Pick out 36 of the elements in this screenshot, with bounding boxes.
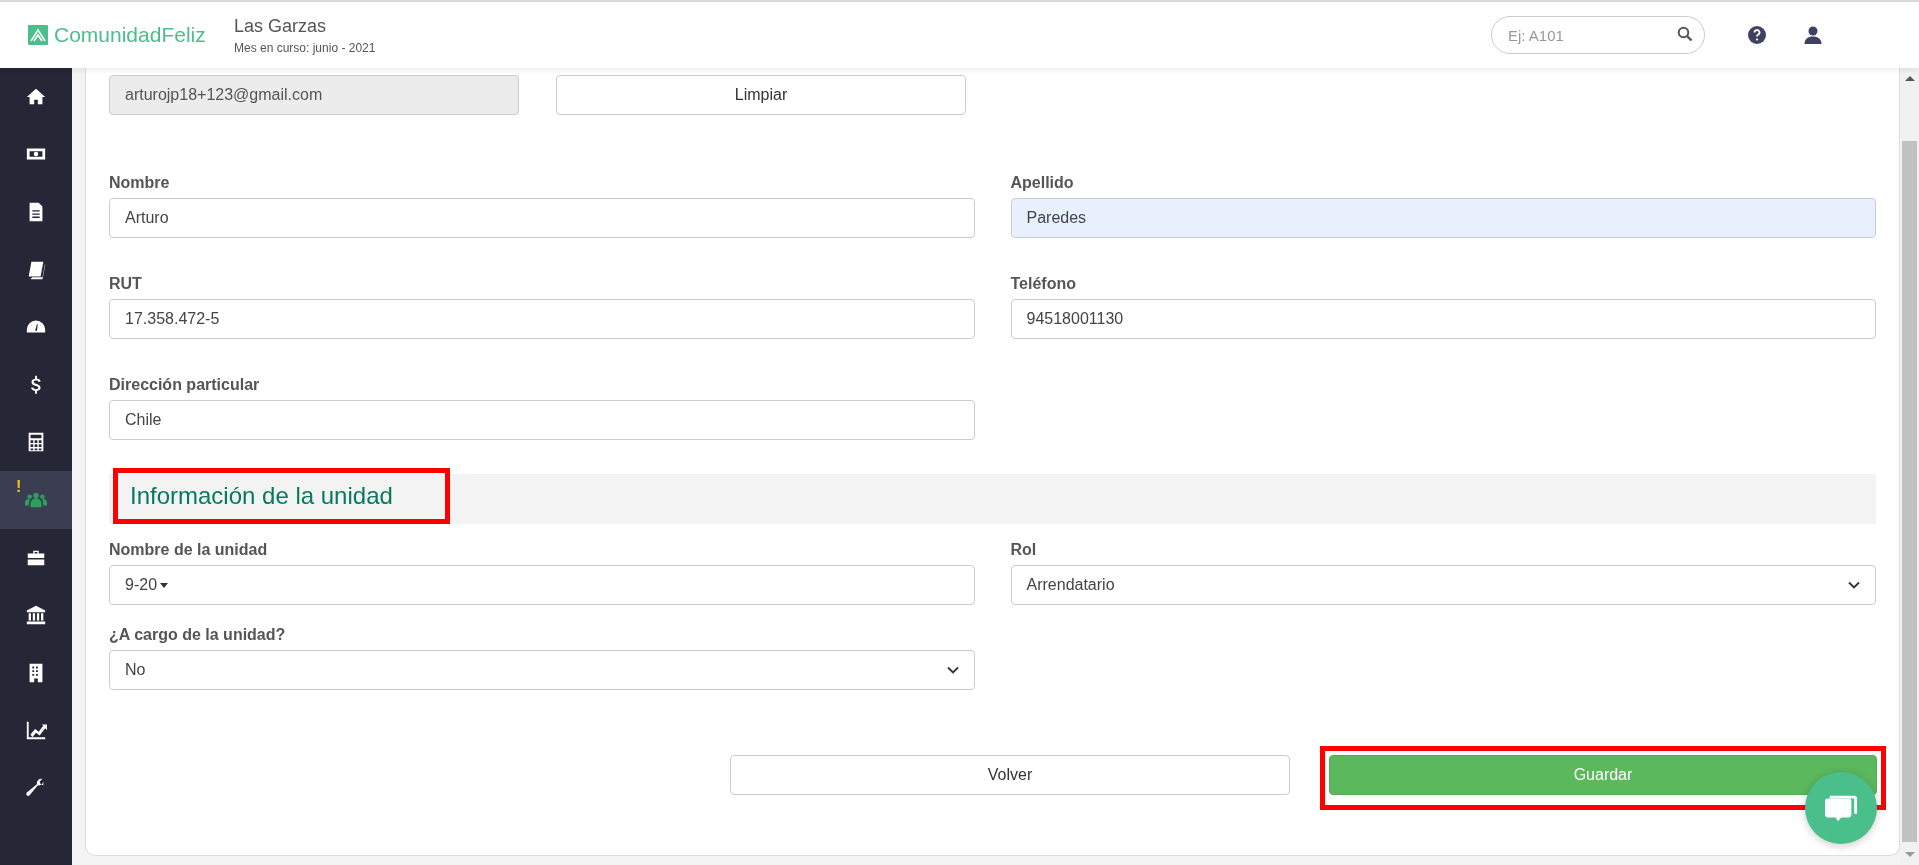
select-value: No <box>125 661 146 679</box>
user-icon[interactable] <box>1803 25 1823 45</box>
field-label: ¿A cargo de la unidad? <box>109 625 287 645</box>
field-label: Apellido <box>1010 173 1075 193</box>
text-field[interactable]: Arturo <box>109 198 975 238</box>
select-value: Arrendatario <box>1026 576 1115 594</box>
logo-icon <box>28 25 48 45</box>
help-icon[interactable] <box>1747 25 1767 45</box>
community-name: Las Garzas <box>234 15 328 37</box>
field-label: Teléfono <box>1010 274 1077 294</box>
field-label: Nombre de la unidad <box>109 540 269 560</box>
select-field[interactable]: No <box>109 650 975 690</box>
alert-mark: ! <box>16 479 22 496</box>
text-field[interactable]: 94518001130 <box>1010 299 1876 339</box>
sidebar-item[interactable]: ! <box>0 471 72 529</box>
field-label: RUT <box>109 274 143 294</box>
chart-icon <box>25 719 47 742</box>
dropdown-value: 9-20 <box>125 576 158 594</box>
select-field[interactable]: Arrendatario <box>1010 565 1876 605</box>
dropdown-field[interactable]: 9-20 <box>109 565 975 605</box>
back-button[interactable]: Volver <box>730 755 1290 795</box>
text-field[interactable]: 17.358.472-5 <box>109 299 975 339</box>
text-field[interactable]: Chile <box>109 400 975 440</box>
field-label: Nombre <box>109 173 171 193</box>
chevron-icon <box>946 666 959 674</box>
current-month: Mes en curso: junio - 2021 <box>234 40 376 55</box>
search-field[interactable]: Ej: A101 <box>1491 16 1705 54</box>
section-title: Información de la unidad <box>113 468 450 524</box>
text-field[interactable]: Paredes <box>1010 198 1876 238</box>
search-icon[interactable] <box>1677 26 1693 42</box>
clear-button[interactable]: Limpiar <box>556 75 966 115</box>
bank-icon <box>25 604 47 627</box>
field-label: Rol <box>1010 540 1038 560</box>
chevron-icon <box>1848 581 1860 589</box>
caret-icon <box>160 582 169 588</box>
field-label: Dirección particular <box>109 375 261 395</box>
